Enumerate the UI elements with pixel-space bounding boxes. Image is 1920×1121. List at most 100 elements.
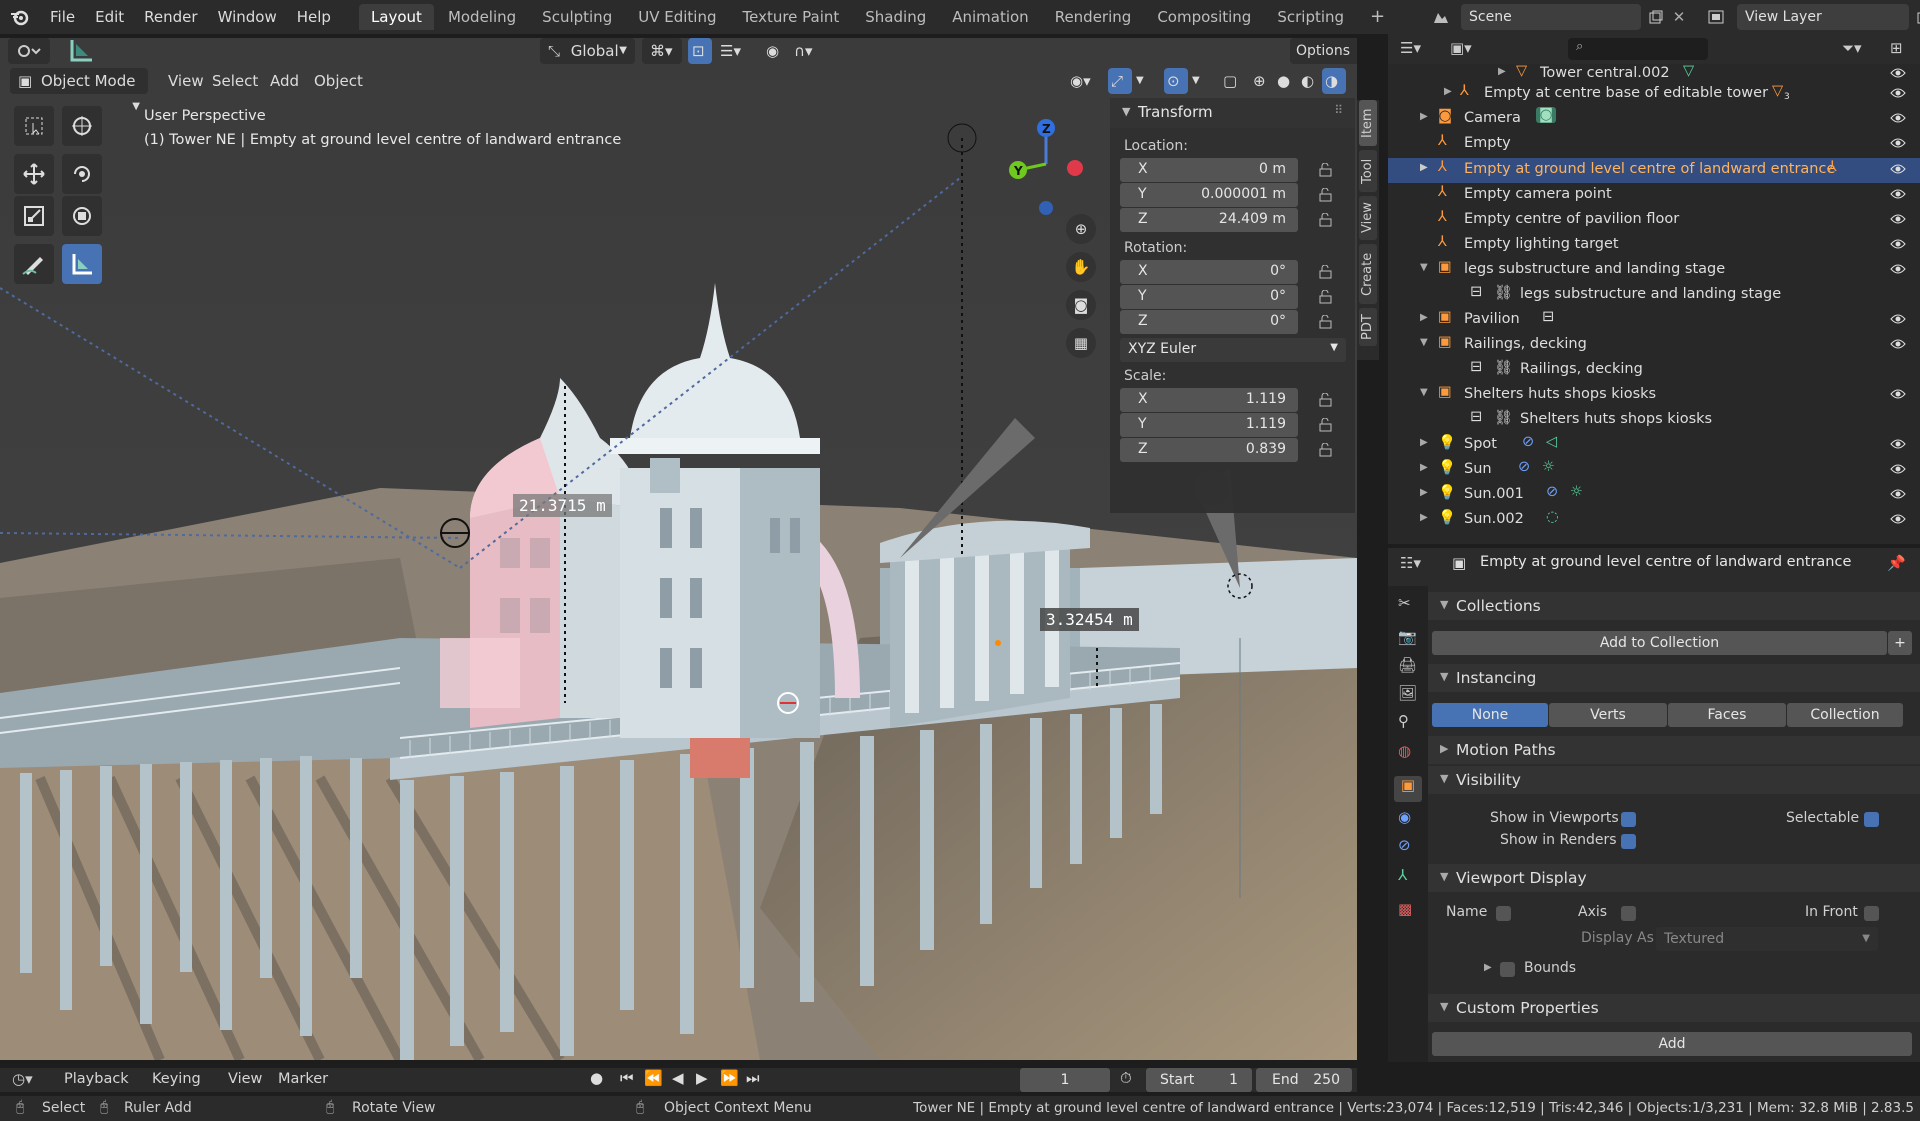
tab-modeling[interactable]: Modeling (436, 4, 528, 30)
falloff-button[interactable]: ∩▾ (786, 38, 822, 64)
expand-arrow-icon[interactable]: ▶ (1420, 462, 1428, 473)
rotate-tool-icon[interactable] (62, 154, 102, 194)
expand-arrow-icon[interactable]: ▶ (1420, 312, 1428, 323)
instancing-panel-header[interactable]: ▼ Instancing (1428, 664, 1920, 692)
close-scene-icon[interactable]: ✕ (1669, 8, 1689, 26)
add-custom-property-button[interactable]: Add (1432, 1032, 1912, 1056)
menu-object[interactable]: Object (306, 68, 371, 94)
tab-create[interactable]: Create (1359, 244, 1377, 304)
zoom-view-icon[interactable]: ⊕ (1066, 214, 1096, 244)
object-mode-select[interactable]: ▣ Object Mode ▼ (10, 68, 148, 112)
eye-icon[interactable] (1890, 263, 1906, 275)
tab-shading[interactable]: Shading (853, 4, 938, 30)
measure-tool-icon[interactable] (60, 38, 96, 64)
selectable-checkbox[interactable] (1864, 812, 1879, 827)
pin-icon[interactable]: 📌 (1887, 554, 1906, 572)
outliner-row[interactable]: ▶ 💡 Sun ⊘ ☼ (1388, 458, 1920, 483)
current-frame-field[interactable]: 1 (1020, 1068, 1110, 1092)
tab-uv-editing[interactable]: UV Editing (626, 4, 728, 30)
rotation-mode-select[interactable]: XYZ Euler ▼ (1120, 338, 1346, 362)
transform-tool-icon[interactable] (62, 196, 102, 236)
eye-icon[interactable] (1890, 87, 1906, 99)
expand-arrow-icon[interactable]: ▼ (1420, 262, 1428, 273)
tab-view[interactable]: View (1359, 196, 1377, 240)
view-layer-tab-icon[interactable]: 🖼 (1398, 684, 1418, 704)
rotation-x-field[interactable]: X 0° (1120, 260, 1298, 284)
tab-animation[interactable]: Animation (940, 4, 1040, 30)
new-collection-icon[interactable]: ⊞ (1890, 39, 1903, 57)
record-icon[interactable]: ● (590, 1069, 603, 1087)
motion-paths-panel-header[interactable]: ▶ Motion Paths (1428, 736, 1920, 764)
tab-scripting[interactable]: Scripting (1265, 4, 1356, 30)
cursor-tool-icon[interactable] (62, 106, 102, 146)
eye-icon[interactable] (1890, 112, 1906, 124)
outliner-row[interactable]: ▶ ⅄ Empty at centre base of editable tow… (1388, 82, 1920, 107)
expand-arrow-icon[interactable]: ▶ (1498, 66, 1506, 77)
lock-icon[interactable] (1318, 290, 1334, 304)
start-frame-field[interactable]: Start 1 (1146, 1068, 1252, 1092)
lock-icon[interactable] (1318, 315, 1334, 329)
tab-tool[interactable]: Tool (1359, 150, 1377, 192)
measure-tool-icon[interactable] (62, 244, 102, 284)
menu-add[interactable]: Add (262, 68, 307, 94)
copy-view-layer-icon[interactable] (1911, 4, 1920, 30)
drag-handle-icon[interactable]: ⠿ (1334, 103, 1343, 117)
pivot-point-button[interactable]: ⌘▾ (642, 38, 682, 64)
outliner-editor-icon[interactable]: ☰▾ (1400, 39, 1421, 57)
tab-layout[interactable]: Layout (358, 4, 434, 30)
scene-selector[interactable]: Scene (1461, 4, 1641, 30)
outliner-row[interactable]: ▼ ▣ Railings, decking (1388, 333, 1920, 358)
tab-compositing[interactable]: Compositing (1145, 4, 1263, 30)
scale-z-field[interactable]: Z 0.839 (1120, 438, 1298, 462)
rendered-shading-icon[interactable]: ◑ (1322, 68, 1346, 94)
perspective-toggle-icon[interactable]: ▦ (1066, 328, 1096, 358)
eye-icon[interactable] (1890, 438, 1906, 450)
eye-icon[interactable] (1890, 67, 1906, 79)
add-workspace-button[interactable]: + (1358, 4, 1397, 30)
scene-icon[interactable] (1425, 4, 1457, 30)
options-button[interactable]: Options (1290, 38, 1357, 64)
lock-icon[interactable] (1318, 265, 1334, 279)
navigation-gizmo[interactable]: Z Y (1000, 108, 1110, 218)
outliner-row[interactable]: ⅄ Empty lighting target (1388, 233, 1920, 258)
eye-icon[interactable] (1890, 188, 1906, 200)
physics-icon[interactable]: ◉ (1398, 808, 1418, 828)
outliner-row[interactable]: ⅄ Empty centre of pavilion floor (1388, 208, 1920, 233)
scale-y-field[interactable]: Y 1.119 (1120, 413, 1298, 437)
gizmo-dropdown-icon[interactable]: ▼ (1134, 68, 1152, 94)
transform-orientation-select[interactable]: ⤡ Global ▼ (540, 38, 635, 64)
snap-toggle-button[interactable]: ⊡ (688, 38, 712, 64)
name-checkbox[interactable] (1496, 906, 1511, 921)
scene-tab-icon[interactable]: ⚲ (1398, 712, 1418, 732)
timeline-editor-icon[interactable]: ◷▾ (12, 1070, 33, 1088)
location-x-field[interactable]: X 0 m (1120, 158, 1298, 182)
rotation-y-field[interactable]: Y 0° (1120, 285, 1298, 309)
menu-file[interactable]: File (40, 0, 85, 34)
properties-editor-icon[interactable]: ☷▾ (1400, 554, 1421, 572)
menu-marker[interactable]: Marker (278, 1071, 328, 1087)
menu-select[interactable]: Select (204, 68, 266, 94)
view-layer-selector[interactable]: View Layer (1737, 4, 1909, 30)
lock-icon[interactable] (1318, 213, 1334, 227)
select-box-tool-icon[interactable] (14, 106, 54, 146)
eye-icon[interactable] (1890, 388, 1906, 400)
tool-settings-icon[interactable]: ✂ (1398, 594, 1418, 614)
menu-window[interactable]: Window (208, 0, 287, 34)
tab-sculpting[interactable]: Sculpting (530, 4, 624, 30)
material-shading-icon[interactable]: ◐ (1298, 68, 1322, 94)
xray-toggle-icon[interactable]: ▢ (1220, 68, 1244, 94)
outliner-row-selected[interactable]: ▶ ⅄ Empty at ground level centre of land… (1388, 158, 1920, 183)
tab-pdt[interactable]: PDT (1359, 308, 1377, 346)
clock-icon[interactable]: ⏱ (1120, 1069, 1132, 1087)
eye-icon[interactable] (1890, 313, 1906, 325)
tab-rendering[interactable]: Rendering (1043, 4, 1144, 30)
rotation-z-field[interactable]: Z 0° (1120, 310, 1298, 334)
expand-arrow-icon[interactable]: ▶ (1444, 86, 1452, 97)
jump-start-icon[interactable]: ⏮ (620, 1069, 634, 1087)
outliner-row[interactable]: ▶ 💡 Spot ⊘ ◁ (1388, 433, 1920, 458)
expand-arrow-icon[interactable]: ▶ (1484, 962, 1492, 973)
display-mode-icon[interactable]: ▣▾ (1450, 39, 1472, 57)
outliner-row[interactable]: ▼ ▣ Shelters huts shops kiosks (1388, 383, 1920, 408)
expand-arrow-icon[interactable]: ▶ (1420, 162, 1428, 173)
show-in-renders-checkbox[interactable] (1621, 834, 1636, 849)
